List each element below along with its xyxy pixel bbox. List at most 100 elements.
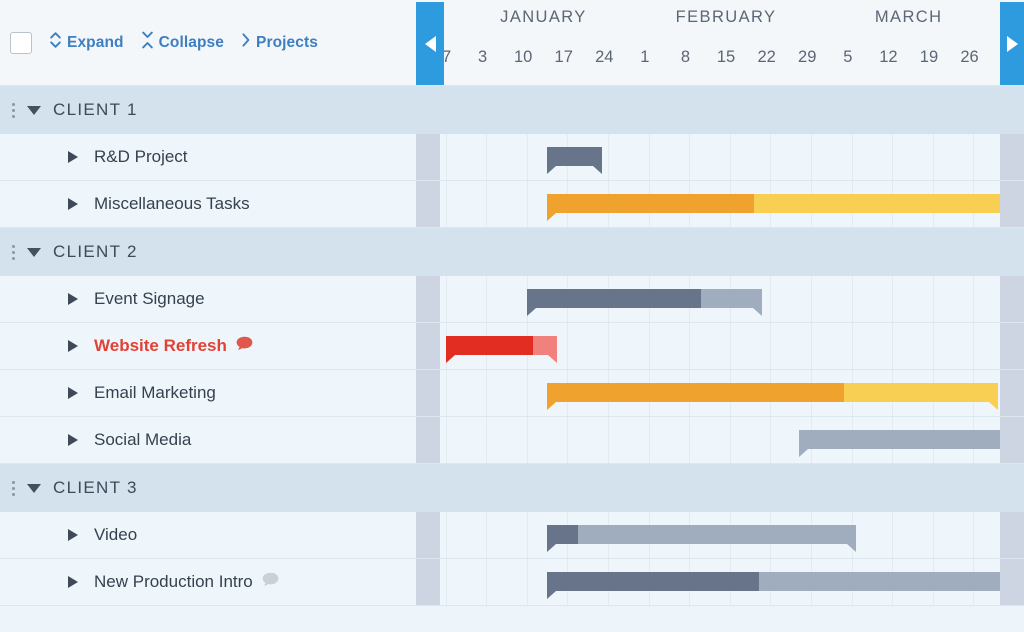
gantt-bar[interactable] [547,194,1000,213]
gantt-bar-tail-right [989,402,998,410]
day-tick-label: 26 [950,48,990,67]
task-row-left: Website Refresh [0,323,416,369]
task-bar-cell [440,181,1000,227]
right-scroll-strip [1000,512,1024,558]
group-row[interactable]: CLIENT 1 [0,86,1024,134]
gantt-bar-progress [527,289,701,308]
group-label: CLIENT 3 [53,478,138,498]
task-row[interactable]: Social Media [0,417,1024,464]
comment-bubble-icon[interactable] [236,336,253,356]
right-scroll-strip [1000,370,1024,416]
caret-right-icon[interactable] [68,434,78,446]
right-scroll-strip [1000,134,1024,180]
gantt-bar-progress [547,525,578,544]
pane-divider [416,323,440,369]
expand-button[interactable]: Expand [50,31,124,54]
group-row-left: CLIENT 3 [0,464,1024,512]
caret-right-icon[interactable] [68,198,78,210]
task-row-left: Social Media [0,417,416,463]
task-label: Website Refresh [94,336,227,356]
task-label: Event Signage [94,289,205,309]
gantt-bar-tail-right [548,355,557,363]
task-row[interactable]: Video [0,512,1024,559]
triangle-left-icon [425,36,436,52]
pane-divider [416,276,440,322]
task-row[interactable]: Event Signage [0,276,1024,323]
task-row-left: Miscellaneous Tasks [0,181,416,227]
group-row-left: CLIENT 2 [0,228,1024,276]
caret-down-icon[interactable] [27,248,41,257]
drag-handle-icon[interactable] [12,481,15,496]
scroll-prev-button[interactable] [416,2,444,85]
gantt-bar-progress [547,147,602,166]
task-bar-cell [440,512,1000,558]
gantt-bar-tail-left [547,591,556,599]
task-bar-cell [440,417,1000,463]
caret-right-icon[interactable] [68,576,78,588]
projects-label: Projects [256,34,318,52]
gantt-bar[interactable] [446,336,558,355]
chevron-right-icon [242,33,250,52]
task-bar-cell [440,134,1000,180]
gantt-bar-tail-left [527,308,536,316]
task-row[interactable]: New Production Intro [0,559,1024,606]
gantt-bar[interactable] [547,572,1000,591]
gantt-bar-progress [446,336,533,355]
caret-right-icon[interactable] [68,529,78,541]
day-tick-label: 10 [503,48,543,67]
right-scroll-strip [1000,181,1024,227]
task-row[interactable]: R&D Project [0,134,1024,181]
drag-handle-icon[interactable] [12,103,15,118]
month-label: FEBRUARY [641,8,811,27]
task-label: Social Media [94,430,191,450]
task-bar-cell [440,559,1000,605]
caret-down-icon[interactable] [27,106,41,115]
gantt-bar-tail-left [547,544,556,552]
pane-divider [416,181,440,227]
collapse-label: Collapse [159,34,224,52]
group-row[interactable]: CLIENT 2 [0,228,1024,276]
header: Expand Collapse Projects JANUARYFEBRUARY… [0,0,1024,86]
task-row-left: Email Marketing [0,370,416,416]
group-row-left: CLIENT 1 [0,86,1024,134]
day-tick-label: 22 [747,48,787,67]
task-row[interactable]: Miscellaneous Tasks [0,181,1024,228]
group-label: CLIENT 1 [53,100,138,120]
gantt-bar-tail-left [446,355,455,363]
caret-right-icon[interactable] [68,340,78,352]
gantt-bar-tail-left [799,449,808,457]
day-tick-label: 19 [909,48,949,67]
gantt-bar[interactable] [799,430,1000,449]
right-scroll-strip [1000,276,1024,322]
projects-button[interactable]: Projects [242,33,318,52]
select-all-checkbox[interactable] [10,32,32,54]
pane-divider [416,512,440,558]
caret-right-icon[interactable] [68,387,78,399]
gantt-bar-progress [547,572,759,591]
pane-divider [416,134,440,180]
task-row[interactable]: Email Marketing [0,370,1024,417]
scroll-next-button[interactable] [1000,2,1024,85]
gantt-bar[interactable] [547,525,855,544]
comment-bubble-icon[interactable] [262,572,279,592]
right-scroll-strip [1000,417,1024,463]
day-tick-label: 15 [706,48,746,67]
task-row-left: Event Signage [0,276,416,322]
caret-right-icon[interactable] [68,151,78,163]
caret-right-icon[interactable] [68,293,78,305]
gantt-bar-tail-right [847,544,856,552]
gantt-bar-tail-left [547,213,556,221]
gantt-bar-tail-left [547,166,556,174]
caret-down-icon[interactable] [27,484,41,493]
gantt-bar[interactable] [527,289,762,308]
day-tick-label: 29 [787,48,827,67]
collapse-button[interactable]: Collapse [142,31,224,54]
task-row[interactable]: Website Refresh [0,323,1024,370]
task-row-left: New Production Intro [0,559,416,605]
timeline-header: JANUARYFEBRUARYMARCH 2731017241815222951… [416,0,1024,86]
drag-handle-icon[interactable] [12,245,15,260]
group-row[interactable]: CLIENT 3 [0,464,1024,512]
task-label: New Production Intro [94,572,253,592]
gantt-bar[interactable] [547,147,602,166]
gantt-bar[interactable] [547,383,997,402]
